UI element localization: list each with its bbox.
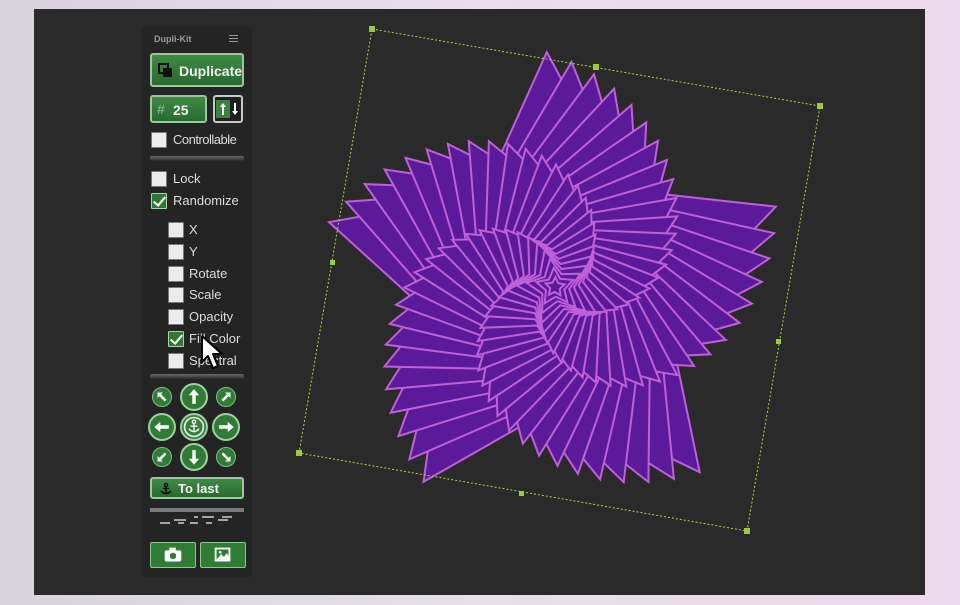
copy-icon: [158, 63, 172, 77]
lock-label: Lock: [173, 171, 201, 186]
duplicate-label: Duplicate: [179, 63, 243, 79]
move-left-button[interactable]: [148, 413, 176, 441]
handle-bottom-left[interactable]: [296, 450, 302, 456]
handle-bottom-middle[interactable]: [519, 491, 524, 496]
image-export-button[interactable]: [200, 542, 246, 568]
move-down-button[interactable]: [180, 443, 208, 471]
artboard-canvas[interactable]: Dupli-Kit Duplicate # 25 Controllable Lo…: [34, 9, 925, 595]
duplicate-button[interactable]: Duplicate: [150, 53, 244, 87]
hamburger-menu-icon[interactable]: [229, 35, 238, 42]
randomize-label: Randomize: [173, 193, 239, 208]
move-down-left-button[interactable]: [152, 447, 172, 467]
handle-top-right[interactable]: [817, 103, 823, 109]
lock-checkbox[interactable]: [151, 171, 167, 187]
anchor-button[interactable]: [180, 413, 208, 441]
move-up-left-button[interactable]: [152, 387, 172, 407]
random-x-label: X: [189, 222, 198, 237]
move-up-button[interactable]: [180, 383, 208, 411]
section-divider: [150, 374, 244, 379]
image-icon: [214, 547, 231, 562]
random-rotate-label: Rotate: [189, 265, 228, 281]
random-fill-color-checkbox[interactable]: [168, 331, 184, 347]
random-y-label: Y: [189, 243, 198, 259]
controllable-label: Controllable: [173, 132, 237, 147]
mouse-cursor-icon: [201, 335, 223, 369]
down-arrow-icon: [232, 103, 238, 115]
random-opacity-checkbox[interactable]: [168, 309, 184, 326]
random-scale-label: Scale: [189, 287, 222, 303]
up-right-arrow-icon: [221, 392, 231, 402]
random-opacity-label: Opacity: [189, 309, 234, 325]
random-y-checkbox[interactable]: [168, 243, 184, 260]
handle-right-middle[interactable]: [776, 339, 781, 344]
distribution-bar[interactable]: [150, 508, 244, 526]
count-value: 25: [173, 102, 189, 118]
move-right-button[interactable]: [212, 413, 240, 441]
right-arrow-icon: [219, 421, 234, 433]
camera-icon: [164, 547, 182, 562]
count-hash-symbol: #: [157, 101, 165, 117]
handle-top-left[interactable]: [369, 26, 375, 32]
down-left-arrow-icon: [157, 452, 167, 462]
anchor-icon: [160, 482, 172, 495]
move-down-right-button[interactable]: [216, 447, 236, 467]
left-arrow-icon: [154, 421, 169, 433]
to-last-button[interactable]: To last: [150, 477, 244, 499]
random-scale-checkbox[interactable]: [168, 287, 184, 304]
random-spectral-checkbox[interactable]: [168, 352, 184, 369]
duplicated-star-group[interactable]: [326, 49, 778, 485]
up-left-arrow-icon: [157, 392, 167, 402]
section-divider: [150, 156, 244, 161]
distribution-dashes-icon: [160, 516, 232, 524]
dupli-kit-panel: Dupli-Kit Duplicate # 25 Controllable Lo…: [142, 27, 252, 577]
duplicate-count-field[interactable]: # 25: [150, 95, 207, 123]
handle-left-middle[interactable]: [330, 260, 335, 265]
handle-top-middle[interactable]: [593, 64, 599, 70]
snapshot-button[interactable]: [150, 542, 196, 568]
randomize-checkbox[interactable]: [151, 193, 167, 209]
controllable-checkbox[interactable]: [151, 132, 167, 148]
up-arrow-icon: [188, 389, 200, 404]
anchor-icon: [183, 416, 205, 438]
random-x-checkbox[interactable]: [168, 222, 184, 238]
stacking-order-toggle[interactable]: [213, 95, 243, 123]
handle-bottom-right[interactable]: [744, 528, 750, 534]
panel-title: Dupli-Kit: [154, 34, 192, 44]
down-right-arrow-icon: [221, 452, 231, 462]
random-rotate-checkbox[interactable]: [168, 265, 184, 282]
to-last-label: To last: [178, 481, 219, 496]
down-arrow-icon: [188, 450, 200, 465]
move-up-right-button[interactable]: [216, 387, 236, 407]
